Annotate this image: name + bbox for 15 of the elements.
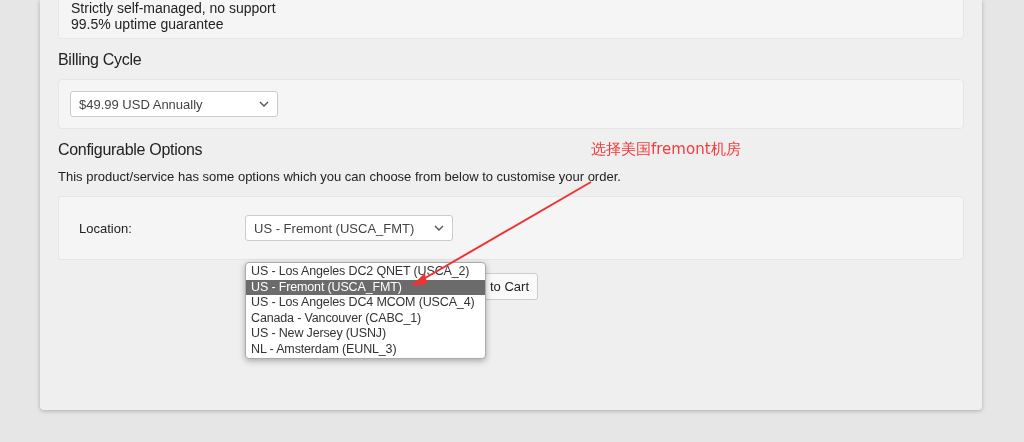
feature-text: Strictly self-managed, no support [71,0,277,16]
section-heading: Billing Cycle [58,51,142,69]
chevron-down-icon [259,101,269,107]
chevron-down-icon [434,225,444,231]
dropdown-option[interactable]: US - New Jersey (USNJ) [246,326,485,342]
location-label: Location: [79,220,133,236]
dropdown-option[interactable]: NL - Amsterdam (EUNL_3) [246,341,485,357]
dropdown-option[interactable]: Canada - Vancouver (CABC_1) [246,310,485,326]
dropdown-option[interactable]: US - Fremont (USCA_FMT) [246,279,485,295]
billing-select[interactable]: $49.99 USD Annually [70,91,278,117]
annotation-text: 选择美国fremont机房 [591,140,741,159]
location-select[interactable]: US - Fremont (USCA_FMT) [245,215,453,241]
feature-text: 99.5% uptime guarantee [71,16,225,32]
description-text: This product/service has some options which you can choose from below to customise your order. [58,169,622,184]
section-heading: Configurable Options [58,141,203,159]
